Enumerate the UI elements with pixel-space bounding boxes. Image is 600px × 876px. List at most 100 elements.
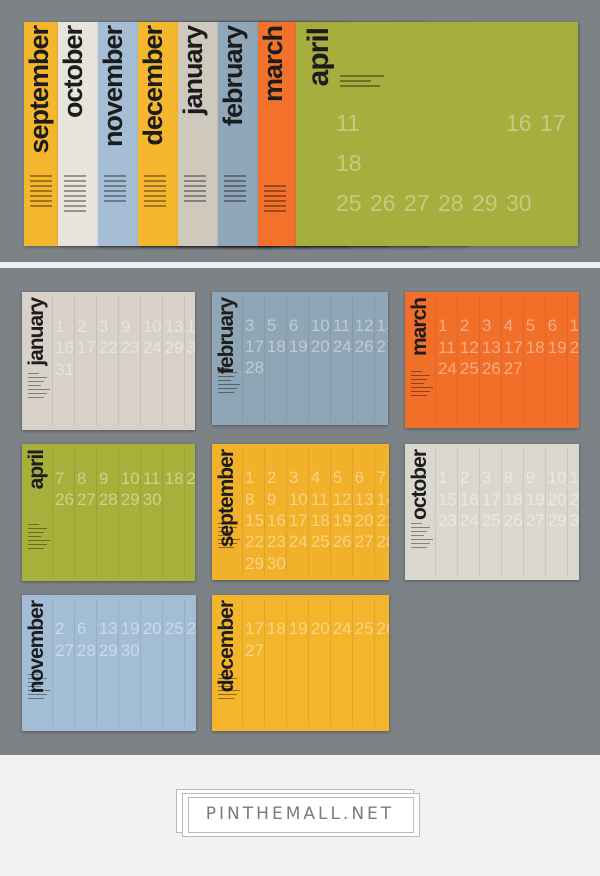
day-number: 11 bbox=[139, 469, 162, 491]
day-number: 25 bbox=[183, 469, 195, 491]
calendar-sheet-december: december1718192024252627 bbox=[212, 595, 389, 731]
day-number: 28 bbox=[373, 533, 389, 555]
day-number: 27 bbox=[52, 642, 74, 663]
day-number: 27 bbox=[404, 190, 430, 216]
day-number: 28 bbox=[73, 642, 96, 663]
day-number: 22 bbox=[95, 339, 118, 361]
day-number: 13 bbox=[351, 491, 374, 512]
day-number: 24 bbox=[435, 360, 457, 382]
day-number: 11 bbox=[307, 491, 330, 512]
day-number: 25 bbox=[161, 620, 184, 642]
day-number: 1 bbox=[242, 469, 264, 491]
day-number: 18 bbox=[161, 469, 184, 491]
calendar-sheet-march: march123456101112131718192024252627 bbox=[405, 292, 579, 428]
day-number: 15 bbox=[242, 512, 264, 534]
day-number: 4 bbox=[307, 469, 330, 491]
day-number: 18 bbox=[500, 491, 523, 512]
day-number: 28 bbox=[95, 491, 118, 513]
day-number: 13 bbox=[373, 316, 388, 338]
fan-sheet-april: april 11 16 17 18 25 26 27 28 29 30 bbox=[296, 22, 578, 246]
day-number: 1 bbox=[435, 317, 457, 339]
day-number: 25 bbox=[478, 512, 501, 534]
day-number: 26 bbox=[478, 360, 501, 382]
day-number: 28 bbox=[438, 190, 464, 216]
day-number: 15 bbox=[183, 317, 195, 340]
calendar-fan-photo: september october november december janu… bbox=[0, 0, 600, 262]
day-number: 3 bbox=[478, 469, 501, 491]
day-number: 29 bbox=[242, 555, 264, 576]
day-number: 25 bbox=[307, 533, 330, 555]
day-number: 10 bbox=[117, 469, 140, 491]
day-number: 17 bbox=[242, 620, 264, 642]
fan-month-label: november bbox=[98, 26, 128, 148]
day-number: 23 bbox=[263, 533, 286, 555]
day-number: 17 bbox=[73, 339, 96, 361]
day-number: 16 bbox=[506, 110, 532, 136]
fan-month-label: february bbox=[218, 26, 248, 127]
day-number: 26 bbox=[52, 491, 74, 513]
day-number: 20 bbox=[544, 491, 567, 512]
day-number: 7 bbox=[52, 469, 74, 491]
day-number: 3 bbox=[285, 469, 308, 491]
fan-month-label: september bbox=[24, 26, 54, 154]
day-number: 28 bbox=[242, 358, 264, 380]
day-number: 6 bbox=[351, 469, 374, 491]
day-number: 16 bbox=[456, 491, 479, 512]
day-number: 12 bbox=[351, 316, 374, 338]
calendar-sheet-february: february35610111213 17181920242627 28 bbox=[212, 292, 388, 425]
day-number: 31 bbox=[566, 512, 579, 534]
day-number: 23 bbox=[435, 512, 457, 534]
day-number: 5 bbox=[522, 317, 545, 339]
day-number: 29 bbox=[472, 190, 498, 216]
day-number: 6 bbox=[544, 317, 567, 339]
day-number: 10 bbox=[139, 317, 162, 340]
day-number: 19 bbox=[544, 339, 567, 360]
fan-month-label: december bbox=[138, 26, 168, 146]
day-number: 20 bbox=[307, 337, 330, 359]
month-label: march bbox=[408, 298, 431, 357]
day-number: 17 bbox=[478, 491, 501, 512]
fan-april-last-row: 25 26 27 28 29 30 bbox=[336, 192, 574, 215]
day-number: 9 bbox=[263, 491, 286, 512]
fan-month-label: march bbox=[258, 26, 288, 103]
fan-month-label: january bbox=[178, 26, 208, 116]
day-number: 29 bbox=[544, 512, 567, 534]
day-number: 21 bbox=[373, 512, 389, 534]
fan-month-label: april bbox=[302, 28, 335, 87]
calendar-sheet-september: september1234567891011121314151617181920… bbox=[212, 444, 389, 580]
day-number: 29 bbox=[117, 491, 140, 513]
day-number: 20 bbox=[566, 339, 579, 360]
day-number: 2 bbox=[52, 620, 74, 642]
day-number: 27 bbox=[351, 533, 374, 555]
day-number: 20 bbox=[351, 512, 374, 534]
day-number: 29 bbox=[161, 339, 184, 361]
day-number: 17 bbox=[500, 339, 523, 360]
day-number: 26 bbox=[351, 337, 374, 359]
day-number: 17 bbox=[242, 337, 264, 359]
day-number: 16 bbox=[263, 512, 286, 534]
day-number: 18 bbox=[307, 512, 330, 534]
day-number: 19 bbox=[329, 512, 352, 534]
day-number: 24 bbox=[285, 533, 308, 555]
day-number: 17 bbox=[540, 110, 566, 136]
day-number: 19 bbox=[522, 491, 545, 512]
day-number: 18 bbox=[336, 150, 362, 176]
day-number: 7 bbox=[373, 469, 389, 491]
day-number: 14 bbox=[373, 491, 389, 512]
day-number: 10 bbox=[285, 491, 308, 512]
day-number: 31 bbox=[52, 360, 74, 383]
day-number: 27 bbox=[73, 491, 96, 513]
day-number: 3 bbox=[478, 317, 501, 339]
day-number: 30 bbox=[263, 555, 286, 576]
day-number: 25 bbox=[456, 360, 479, 382]
day-number: 10 bbox=[544, 469, 567, 491]
month-label: february bbox=[215, 298, 238, 375]
day-number: 27 bbox=[522, 512, 545, 534]
watermark-text: PINTHEMALL.NET bbox=[205, 804, 395, 824]
day-number: 9 bbox=[95, 469, 118, 491]
day-number: 25 bbox=[351, 620, 374, 642]
day-number: 30 bbox=[117, 642, 140, 663]
day-number: 11 bbox=[329, 316, 352, 338]
day-number: 19 bbox=[285, 620, 308, 642]
day-number: 6 bbox=[285, 316, 308, 338]
